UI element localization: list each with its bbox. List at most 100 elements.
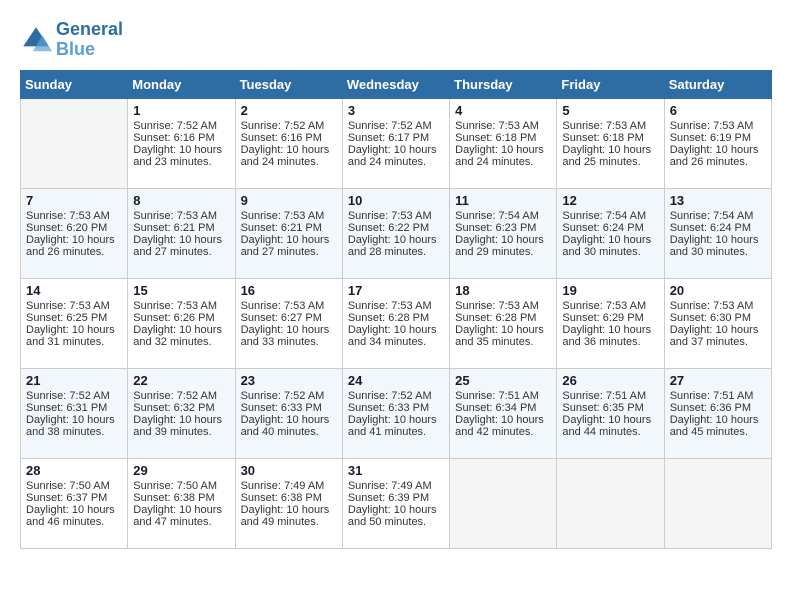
day-number: 10 bbox=[348, 193, 444, 208]
day-cell: 11Sunrise: 7:54 AMSunset: 6:23 PMDayligh… bbox=[450, 188, 557, 278]
sunset-text: Sunset: 6:21 PM bbox=[241, 222, 322, 234]
logo-icon bbox=[20, 24, 52, 56]
day-cell: 4Sunrise: 7:53 AMSunset: 6:18 PMDaylight… bbox=[450, 98, 557, 188]
sunset-text: Sunset: 6:29 PM bbox=[562, 312, 643, 324]
sunset-text: Sunset: 6:33 PM bbox=[241, 402, 322, 414]
day-number: 30 bbox=[241, 463, 337, 478]
sunset-text: Sunset: 6:32 PM bbox=[133, 402, 214, 414]
daylight-text: Daylight: 10 hours and 49 minutes. bbox=[241, 504, 330, 528]
day-cell: 19Sunrise: 7:53 AMSunset: 6:29 PMDayligh… bbox=[557, 278, 664, 368]
daylight-text: Daylight: 10 hours and 29 minutes. bbox=[455, 234, 544, 258]
sunrise-text: Sunrise: 7:52 AM bbox=[133, 120, 217, 132]
sunrise-text: Sunrise: 7:53 AM bbox=[26, 210, 110, 222]
daylight-text: Daylight: 10 hours and 45 minutes. bbox=[670, 414, 759, 438]
sunrise-text: Sunrise: 7:53 AM bbox=[133, 210, 217, 222]
sunrise-text: Sunrise: 7:53 AM bbox=[455, 120, 539, 132]
sunset-text: Sunset: 6:26 PM bbox=[133, 312, 214, 324]
sunrise-text: Sunrise: 7:52 AM bbox=[133, 390, 217, 402]
day-number: 5 bbox=[562, 103, 658, 118]
calendar-table: SundayMondayTuesdayWednesdayThursdayFrid… bbox=[20, 70, 772, 549]
daylight-text: Daylight: 10 hours and 35 minutes. bbox=[455, 324, 544, 348]
day-number: 24 bbox=[348, 373, 444, 388]
day-cell: 3Sunrise: 7:52 AMSunset: 6:17 PMDaylight… bbox=[342, 98, 449, 188]
day-number: 12 bbox=[562, 193, 658, 208]
day-cell: 20Sunrise: 7:53 AMSunset: 6:30 PMDayligh… bbox=[664, 278, 771, 368]
day-cell: 9Sunrise: 7:53 AMSunset: 6:21 PMDaylight… bbox=[235, 188, 342, 278]
day-cell: 17Sunrise: 7:53 AMSunset: 6:28 PMDayligh… bbox=[342, 278, 449, 368]
sunrise-text: Sunrise: 7:53 AM bbox=[455, 300, 539, 312]
daylight-text: Daylight: 10 hours and 50 minutes. bbox=[348, 504, 437, 528]
day-cell: 14Sunrise: 7:53 AMSunset: 6:25 PMDayligh… bbox=[21, 278, 128, 368]
sunrise-text: Sunrise: 7:53 AM bbox=[348, 300, 432, 312]
daylight-text: Daylight: 10 hours and 26 minutes. bbox=[670, 144, 759, 168]
sunrise-text: Sunrise: 7:53 AM bbox=[241, 210, 325, 222]
day-cell: 27Sunrise: 7:51 AMSunset: 6:36 PMDayligh… bbox=[664, 368, 771, 458]
sunset-text: Sunset: 6:21 PM bbox=[133, 222, 214, 234]
sunrise-text: Sunrise: 7:52 AM bbox=[26, 390, 110, 402]
daylight-text: Daylight: 10 hours and 23 minutes. bbox=[133, 144, 222, 168]
day-cell: 28Sunrise: 7:50 AMSunset: 6:37 PMDayligh… bbox=[21, 458, 128, 548]
day-cell: 7Sunrise: 7:53 AMSunset: 6:20 PMDaylight… bbox=[21, 188, 128, 278]
daylight-text: Daylight: 10 hours and 44 minutes. bbox=[562, 414, 651, 438]
day-cell: 8 Sunrise: 7:53 AMSunset: 6:21 PMDaylight… bbox=[128, 188, 235, 278]
sunset-text: Sunset: 6:22 PM bbox=[348, 222, 429, 234]
day-number: 23 bbox=[241, 373, 337, 388]
day-number: 14 bbox=[26, 283, 122, 298]
day-cell bbox=[450, 458, 557, 548]
day-cell: 18 Sunrise: 7:53 AMSunset: 6:28 PMDayligh… bbox=[450, 278, 557, 368]
day-cell: 6Sunrise: 7:53 AMSunset: 6:19 PMDaylight… bbox=[664, 98, 771, 188]
day-cell: 25Sunrise: 7:51 AMSunset: 6:34 PMDayligh… bbox=[450, 368, 557, 458]
logo-text: General Blue bbox=[56, 20, 123, 60]
day-cell bbox=[557, 458, 664, 548]
sunset-text: Sunset: 6:25 PM bbox=[26, 312, 107, 324]
day-cell: 31Sunrise: 7:49 AMSunset: 6:39 PMDayligh… bbox=[342, 458, 449, 548]
sunrise-text: Sunrise: 7:52 AM bbox=[241, 120, 325, 132]
sunrise-text: Sunrise: 7:52 AM bbox=[348, 120, 432, 132]
sunset-text: Sunset: 6:27 PM bbox=[241, 312, 322, 324]
week-row-3: 14Sunrise: 7:53 AMSunset: 6:25 PMDayligh… bbox=[21, 278, 772, 368]
header-cell-monday: Monday bbox=[128, 70, 235, 98]
sunrise-text: Sunrise: 7:53 AM bbox=[670, 300, 754, 312]
day-number: 6 bbox=[670, 103, 766, 118]
day-number: 19 bbox=[562, 283, 658, 298]
sunset-text: Sunset: 6:30 PM bbox=[670, 312, 751, 324]
daylight-text: Daylight: 10 hours and 38 minutes. bbox=[26, 414, 115, 438]
daylight-text: Daylight: 10 hours and 25 minutes. bbox=[562, 144, 651, 168]
sunrise-text: Sunrise: 7:50 AM bbox=[26, 480, 110, 492]
sunrise-text: Sunrise: 7:54 AM bbox=[670, 210, 754, 222]
day-number: 27 bbox=[670, 373, 766, 388]
daylight-text: Daylight: 10 hours and 27 minutes. bbox=[133, 234, 222, 258]
sunset-text: Sunset: 6:18 PM bbox=[562, 132, 643, 144]
day-cell bbox=[21, 98, 128, 188]
day-number: 9 bbox=[241, 193, 337, 208]
sunrise-text: Sunrise: 7:53 AM bbox=[670, 120, 754, 132]
sunset-text: Sunset: 6:24 PM bbox=[670, 222, 751, 234]
daylight-text: Daylight: 10 hours and 40 minutes. bbox=[241, 414, 330, 438]
daylight-text: Daylight: 10 hours and 47 minutes. bbox=[133, 504, 222, 528]
sunrise-text: Sunrise: 7:50 AM bbox=[133, 480, 217, 492]
sunset-text: Sunset: 6:28 PM bbox=[455, 312, 536, 324]
day-cell: 23 Sunrise: 7:52 AMSunset: 6:33 PMDayligh… bbox=[235, 368, 342, 458]
daylight-text: Daylight: 10 hours and 30 minutes. bbox=[670, 234, 759, 258]
sunrise-text: Sunrise: 7:51 AM bbox=[562, 390, 646, 402]
header-cell-sunday: Sunday bbox=[21, 70, 128, 98]
day-number: 18 bbox=[455, 283, 551, 298]
day-cell: 16Sunrise: 7:53 AMSunset: 6:27 PMDayligh… bbox=[235, 278, 342, 368]
header-cell-thursday: Thursday bbox=[450, 70, 557, 98]
day-number: 8 bbox=[133, 193, 229, 208]
sunset-text: Sunset: 6:38 PM bbox=[133, 492, 214, 504]
day-number: 31 bbox=[348, 463, 444, 478]
day-number: 13 bbox=[670, 193, 766, 208]
sunrise-text: Sunrise: 7:53 AM bbox=[348, 210, 432, 222]
sunset-text: Sunset: 6:35 PM bbox=[562, 402, 643, 414]
sunrise-text: Sunrise: 7:52 AM bbox=[241, 390, 325, 402]
header-cell-wednesday: Wednesday bbox=[342, 70, 449, 98]
sunset-text: Sunset: 6:37 PM bbox=[26, 492, 107, 504]
sunset-text: Sunset: 6:24 PM bbox=[562, 222, 643, 234]
daylight-text: Daylight: 10 hours and 31 minutes. bbox=[26, 324, 115, 348]
sunset-text: Sunset: 6:38 PM bbox=[241, 492, 322, 504]
day-cell: 26Sunrise: 7:51 AMSunset: 6:35 PMDayligh… bbox=[557, 368, 664, 458]
daylight-text: Daylight: 10 hours and 28 minutes. bbox=[348, 234, 437, 258]
daylight-text: Daylight: 10 hours and 26 minutes. bbox=[26, 234, 115, 258]
daylight-text: Daylight: 10 hours and 30 minutes. bbox=[562, 234, 651, 258]
